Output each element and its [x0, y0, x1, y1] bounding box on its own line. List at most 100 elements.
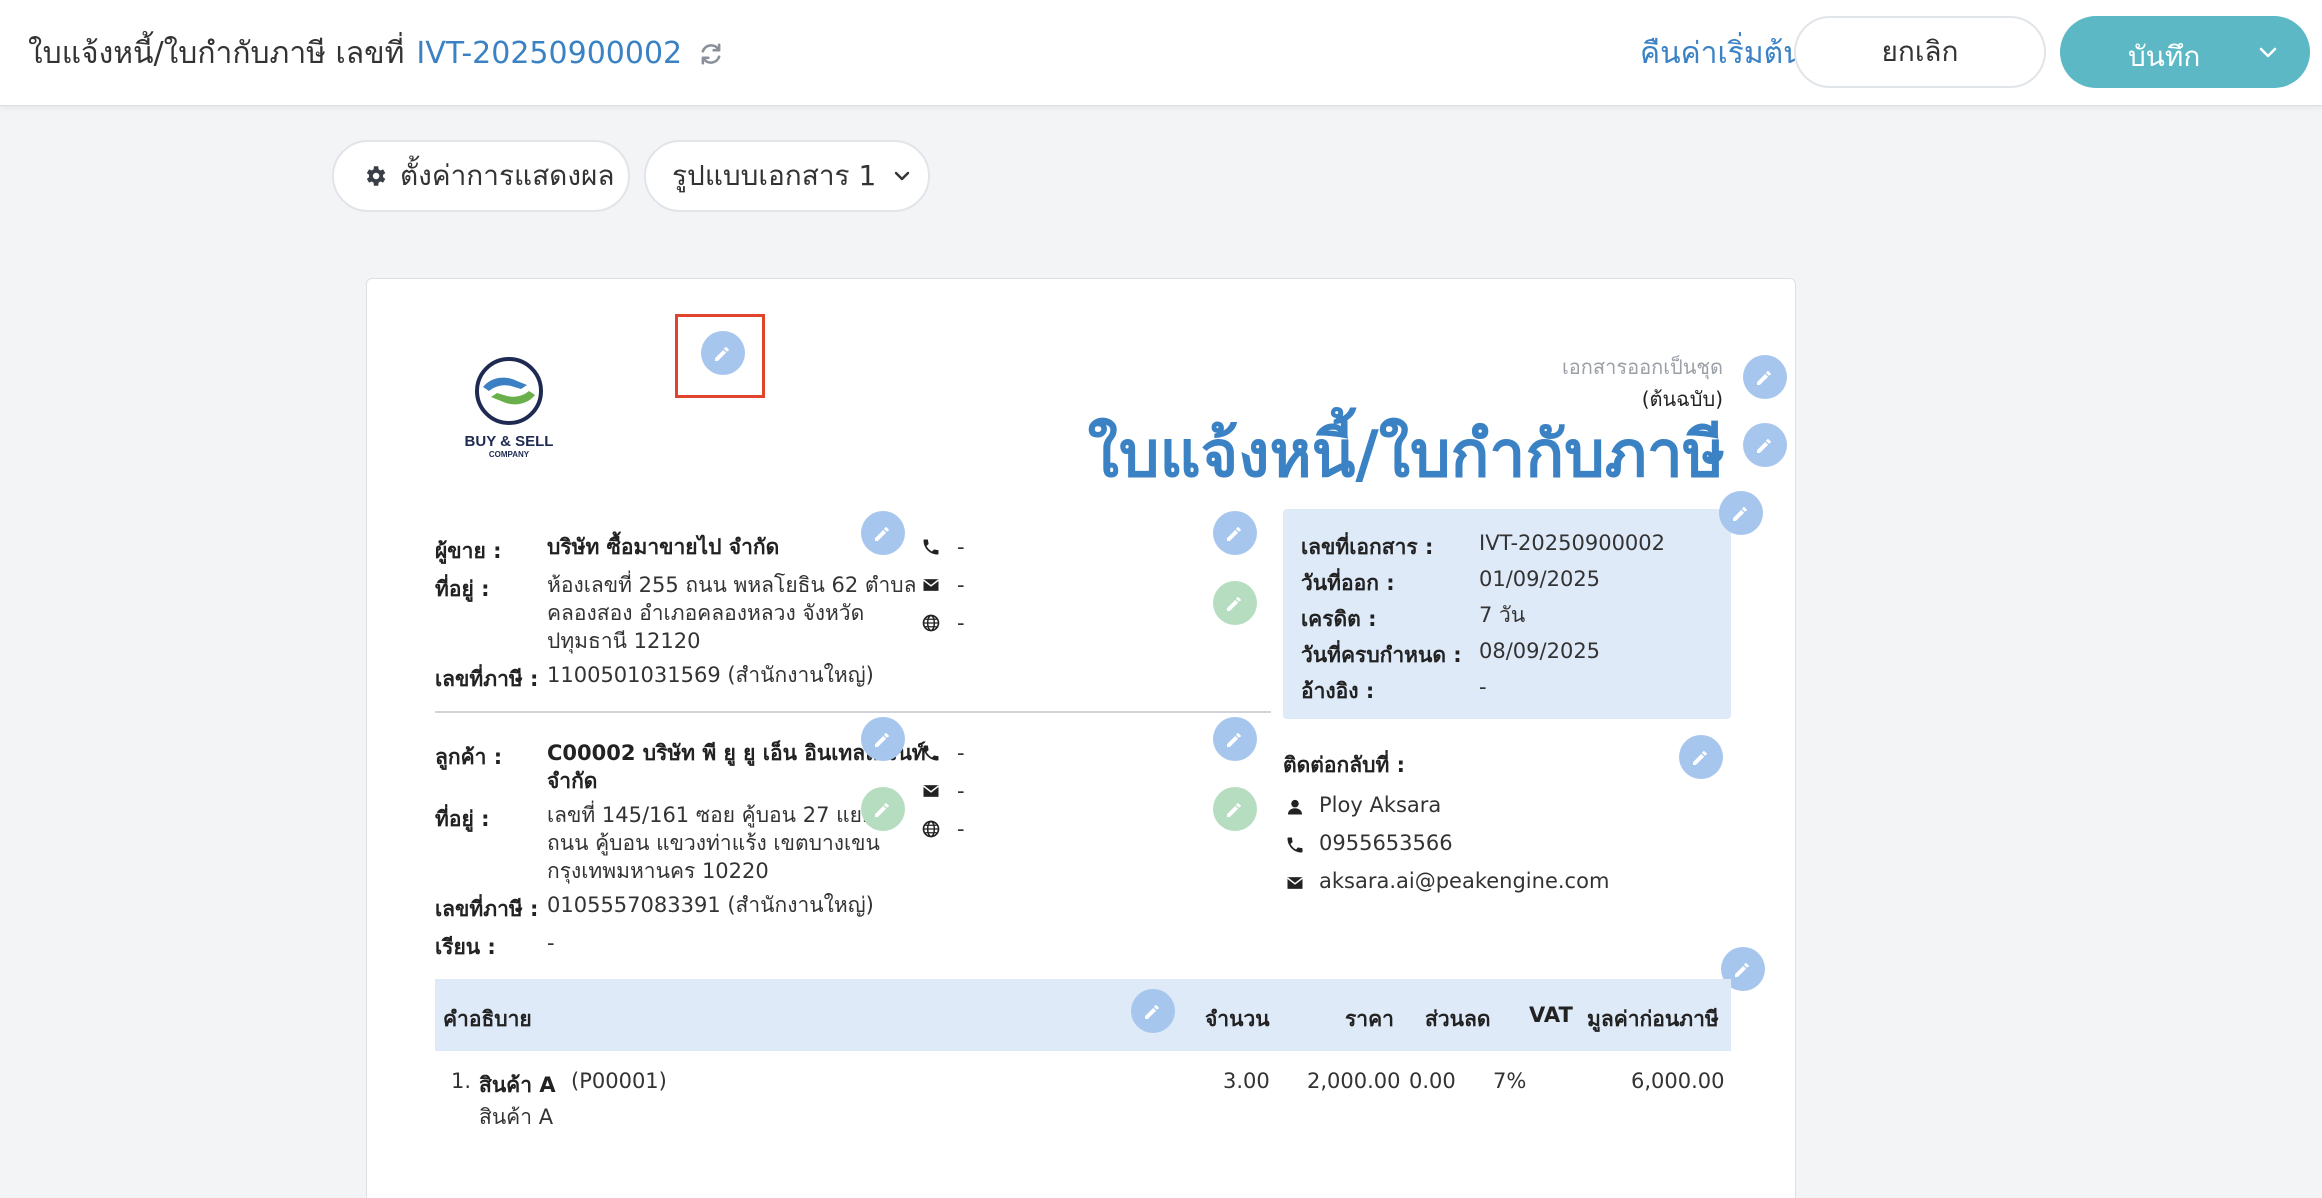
- page-title: ใบแจ้งหนี้/ใบกำกับภาษี เลขที่ IVT-202509…: [28, 30, 724, 77]
- seller-address-line-2: คลองสอง อำเภอคลองหลวง จังหวัด: [547, 601, 865, 625]
- pencil-icon: [1223, 797, 1247, 821]
- edit-logo-button[interactable]: [701, 331, 745, 375]
- user-icon: [1285, 797, 1305, 817]
- customer-address-label: ที่อยู่ :: [435, 807, 490, 831]
- row-item-code: (P00001): [571, 1069, 667, 1093]
- edit-copy-label-button[interactable]: [1743, 355, 1787, 399]
- edit-table-columns-button[interactable]: [1131, 989, 1175, 1033]
- row-number: 1.: [451, 1069, 472, 1093]
- display-settings-button[interactable]: ตั้งค่าการแสดงผล: [332, 140, 630, 212]
- header-discount: ส่วนลด: [1425, 1007, 1491, 1031]
- save-button-label: บันทึก: [2128, 40, 2201, 73]
- document-preview: BUY & SELL COMPANY เอกสารออกเป็นชุด (ต้น…: [366, 278, 1796, 1198]
- seller-label: ผู้ขาย :: [435, 539, 502, 563]
- seller-tax-label: เลขที่ภาษี :: [435, 667, 539, 691]
- reset-defaults-link[interactable]: คืนค่าเริ่มต้น: [1640, 30, 1804, 77]
- pencil-icon: [1753, 433, 1777, 457]
- row-item-name: สินค้า A: [479, 1073, 556, 1097]
- envelope-icon: [1285, 873, 1305, 893]
- seller-address-line-3: ปทุมธานี 12120: [547, 629, 701, 653]
- contact-label: ติดต่อกลับที่ :: [1283, 753, 1405, 777]
- items-table-header: คำอธิบาย จำนวน ราคา ส่วนลด VAT มูลค่าก่อ…: [435, 979, 1731, 1051]
- customer-phone: -: [957, 741, 965, 765]
- credit-label: เครดิต :: [1301, 607, 1377, 631]
- customer-attn-label: เรียน :: [435, 935, 496, 959]
- pencil-icon: [1731, 957, 1755, 981]
- pencil-icon: [1223, 521, 1247, 545]
- header-qty: จำนวน: [1205, 1007, 1270, 1031]
- due-date-value: 08/09/2025: [1479, 639, 1601, 663]
- pencil-icon: [1223, 591, 1247, 615]
- edit-customer-secondary-button[interactable]: [861, 787, 905, 831]
- cancel-button-label: ยกเลิก: [1881, 35, 1959, 68]
- edit-customer-contact-button[interactable]: [1213, 717, 1257, 761]
- gear-icon: [366, 166, 386, 186]
- top-bar: ใบแจ้งหนี้/ใบกำกับภาษี เลขที่ IVT-202509…: [0, 0, 2322, 106]
- pencil-icon: [871, 727, 895, 751]
- customer-address-line-2: ถนน คู้บอน แขวงท่าแร้ง เขตบางเขน: [547, 831, 880, 855]
- doc-no-label: เลขที่เอกสาร :: [1301, 535, 1434, 559]
- phone-icon: [921, 537, 941, 557]
- doc-number: IVT-20250900002: [416, 36, 683, 71]
- seller-tax-id: 1100501031569 (สำนักงานใหญ่): [547, 663, 874, 687]
- row-price: 2,000.00: [1307, 1069, 1401, 1093]
- document-title: ใบแจ้งหนี้/ใบกำกับภาษี: [1087, 418, 1725, 492]
- globe-icon: [921, 819, 941, 839]
- contact-phone: 0955653566: [1319, 831, 1453, 855]
- cancel-button[interactable]: ยกเลิก: [1794, 16, 2046, 88]
- section-divider: [435, 711, 1271, 713]
- row-discount: 0.00: [1409, 1069, 1456, 1093]
- refresh-icon[interactable]: [698, 41, 724, 67]
- display-settings-label: ตั้งค่าการแสดงผล: [400, 159, 615, 192]
- pencil-icon: [1729, 501, 1753, 525]
- seller-name: บริษัท ซื้อมาขายไป จำกัด: [547, 535, 780, 559]
- phone-icon: [1285, 835, 1305, 855]
- header-amount: มูลค่าก่อนภาษี: [1587, 1007, 1719, 1031]
- contact-email: aksara.ai@peakengine.com: [1319, 869, 1610, 893]
- customer-address-line-1: เลขที่ 145/161 ซอย คู้บอน 27 แยก 7: [547, 803, 895, 827]
- customer-tax-label: เลขที่ภาษี :: [435, 897, 539, 921]
- contact-name: Ploy Aksara: [1319, 793, 1442, 817]
- edit-seller-contact-secondary-button[interactable]: [1213, 581, 1257, 625]
- page-title-text: ใบแจ้งหนี้/ใบกำกับภาษี เลขที่: [28, 36, 405, 71]
- svg-text:COMPANY: COMPANY: [489, 450, 530, 459]
- pencil-icon: [1753, 365, 1777, 389]
- seller-website: -: [957, 611, 965, 635]
- customer-tax-id: 0105557083391 (สำนักงานใหญ่): [547, 893, 874, 917]
- seller-email: -: [957, 573, 965, 597]
- issue-date-value: 01/09/2025: [1479, 567, 1601, 591]
- row-qty: 3.00: [1223, 1069, 1270, 1093]
- row-amount: 6,000.00: [1631, 1069, 1725, 1093]
- issue-date-label: วันที่ออก :: [1301, 571, 1395, 595]
- pencil-icon: [1223, 727, 1247, 751]
- pencil-icon: [1689, 745, 1713, 769]
- document-format-dropdown[interactable]: รูปแบบเอกสาร 1: [644, 140, 930, 212]
- due-date-label: วันที่ครบกำหนด :: [1301, 643, 1462, 667]
- header-description: คำอธิบาย: [443, 1007, 532, 1031]
- customer-label: ลูกค้า :: [435, 745, 503, 769]
- row-vat: 7%: [1493, 1069, 1527, 1093]
- chevron-down-icon: [895, 171, 910, 181]
- edit-seller-contact-button[interactable]: [1213, 511, 1257, 555]
- seller-address-line-1: ห้องเลขที่ 255 ถนน พหลโยธิน 62 ตำบล: [547, 573, 917, 597]
- company-logo: BUY & SELL COMPANY: [465, 357, 554, 459]
- save-button[interactable]: บันทึก: [2060, 16, 2310, 88]
- edit-customer-button[interactable]: [861, 717, 905, 761]
- credit-value: 7 วัน: [1479, 603, 1526, 627]
- edit-info-button[interactable]: [1719, 491, 1763, 535]
- edit-seller-button[interactable]: [861, 511, 905, 555]
- phone-icon: [921, 743, 941, 763]
- document-format-label: รูปแบบเอกสาร 1: [672, 159, 877, 192]
- edit-contact-button[interactable]: [1679, 735, 1723, 779]
- edit-title-button[interactable]: [1743, 423, 1787, 467]
- chevron-down-icon[interactable]: [2256, 40, 2280, 64]
- seller-address-label: ที่อยู่ :: [435, 577, 490, 601]
- envelope-icon: [921, 781, 941, 801]
- pencil-icon: [871, 521, 895, 545]
- edit-customer-contact-secondary-button[interactable]: [1213, 787, 1257, 831]
- copy-label: เอกสารออกเป็นชุด: [1561, 355, 1723, 379]
- header-price: ราคา: [1345, 1007, 1394, 1031]
- header-vat: VAT: [1529, 1003, 1573, 1027]
- svg-text:BUY & SELL: BUY & SELL: [465, 433, 554, 450]
- pencil-icon: [871, 797, 895, 821]
